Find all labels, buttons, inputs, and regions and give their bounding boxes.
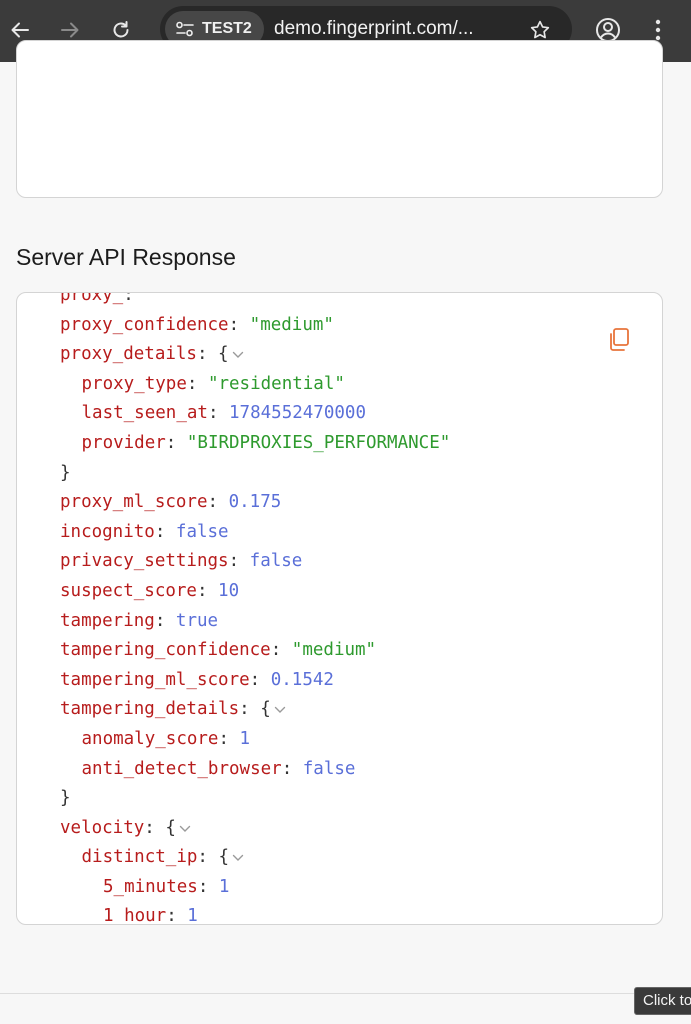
json-separator: : bbox=[249, 669, 271, 690]
json-line: proxy_: bbox=[17, 292, 662, 311]
json-value: false bbox=[249, 551, 303, 572]
section-title: Server API Response bbox=[16, 244, 236, 270]
json-key: 5_minutes bbox=[103, 876, 198, 897]
bottom-divider bbox=[0, 993, 691, 994]
json-key: anti_detect_browser bbox=[81, 758, 282, 779]
chevron-down-icon[interactable] bbox=[274, 703, 286, 718]
json-key: velocity bbox=[60, 817, 145, 838]
json-separator: : bbox=[207, 403, 230, 424]
json-value: "BIRDPROXIES_PERFORMANCE" bbox=[186, 432, 451, 453]
json-value: { bbox=[260, 699, 271, 720]
json-value: 0.1542 bbox=[270, 669, 334, 690]
json-key: distinct_ip bbox=[81, 847, 198, 868]
json-separator: : bbox=[166, 906, 188, 925]
json-separator: : bbox=[197, 847, 219, 868]
json-value: 1 bbox=[239, 728, 251, 749]
json-value: false bbox=[302, 758, 356, 779]
json-line: provider: "BIRDPROXIES_PERFORMANCE" bbox=[17, 429, 662, 459]
json-code-view: proxy_: proxy_confidence: "medium" proxy_d… bbox=[17, 292, 662, 925]
json-value: 1784552470000 bbox=[229, 403, 366, 424]
json-value: } bbox=[60, 462, 71, 483]
json-line: proxy_details: { bbox=[17, 340, 662, 370]
json-line: tampering_details: { bbox=[17, 695, 662, 725]
json-line: tampering_confidence: "medium" bbox=[17, 636, 662, 666]
json-value: "medium" bbox=[291, 640, 377, 661]
chevron-down-icon[interactable] bbox=[232, 851, 244, 866]
json-key: privacy_settings bbox=[60, 551, 229, 572]
chevron-down-icon[interactable] bbox=[232, 348, 244, 363]
json-line: distinct_ip: { bbox=[17, 843, 662, 873]
json-value: 1 bbox=[187, 906, 198, 925]
json-line: proxy_type: "residential" bbox=[17, 370, 662, 400]
json-separator: : bbox=[196, 580, 219, 601]
json-key: anomaly_score bbox=[81, 728, 219, 749]
json-key: provider bbox=[81, 432, 166, 453]
json-line: 5_minutes: 1 bbox=[17, 873, 662, 903]
json-key: tampering bbox=[60, 610, 155, 631]
json-value: 0.175 bbox=[228, 492, 282, 513]
site-settings-icon bbox=[176, 21, 194, 37]
json-key: proxy_ml_score bbox=[60, 492, 208, 513]
previous-section-card bbox=[16, 40, 663, 198]
json-separator: : bbox=[228, 551, 250, 572]
json-value: false bbox=[175, 521, 229, 542]
json-value: true bbox=[175, 610, 219, 631]
json-separator: : bbox=[196, 344, 219, 365]
copy-icon[interactable] bbox=[607, 327, 631, 353]
json-separator: : bbox=[165, 432, 187, 453]
json-key: tampering_details bbox=[60, 699, 240, 720]
click-tooltip: Click to bbox=[634, 987, 691, 1015]
json-line: proxy_ml_score: 0.175 bbox=[17, 488, 662, 518]
json-key: proxy_confidence bbox=[60, 314, 229, 335]
json-separator: : bbox=[207, 492, 229, 513]
json-line: tampering: true bbox=[17, 607, 662, 637]
json-line: anti_detect_browser: false bbox=[17, 755, 662, 785]
json-line: 1_hour: 1 bbox=[17, 902, 662, 925]
json-separator: : bbox=[281, 758, 303, 779]
json-separator: : bbox=[239, 699, 261, 720]
json-key: proxy_details bbox=[60, 344, 197, 365]
json-value: 10 bbox=[218, 580, 240, 601]
json-key: 1_hour bbox=[103, 906, 167, 925]
json-value: } bbox=[60, 788, 71, 809]
json-line: } bbox=[17, 459, 662, 489]
json-key: tampering_ml_score bbox=[60, 669, 250, 690]
json-key: suspect_score bbox=[60, 580, 197, 601]
json-key: last_seen_at bbox=[81, 403, 208, 424]
json-key: incognito bbox=[60, 521, 155, 542]
json-key: tampering_confidence bbox=[60, 640, 271, 661]
server-api-response-card: proxy_: proxy_confidence: "medium" proxy_d… bbox=[16, 292, 663, 925]
json-separator: : bbox=[270, 640, 292, 661]
json-separator: : bbox=[197, 876, 219, 897]
chevron-down-icon[interactable] bbox=[179, 822, 191, 837]
json-separator: : bbox=[154, 610, 176, 631]
json-line: tampering_ml_score: 0.1542 bbox=[17, 666, 662, 696]
json-line: } bbox=[17, 784, 662, 814]
json-key: proxy_ bbox=[60, 292, 124, 305]
json-separator: : bbox=[228, 314, 250, 335]
json-value: "medium" bbox=[249, 314, 334, 335]
json-separator: : bbox=[186, 373, 208, 394]
json-line: suspect_score: 10 bbox=[17, 577, 662, 607]
json-line: anomaly_score: 1 bbox=[17, 725, 662, 755]
json-line: proxy_confidence: "medium" bbox=[17, 311, 662, 341]
url-text[interactable]: demo.fingerprint.com/... bbox=[274, 18, 474, 40]
json-key: proxy_type bbox=[81, 373, 187, 394]
json-separator: : bbox=[144, 817, 166, 838]
json-separator: : bbox=[123, 292, 134, 305]
json-value: "residential" bbox=[207, 373, 345, 394]
json-separator: : bbox=[218, 728, 240, 749]
json-value: 1 bbox=[218, 876, 230, 897]
json-value: { bbox=[218, 847, 230, 868]
json-line: velocity: { bbox=[17, 814, 662, 844]
json-line: privacy_settings: false bbox=[17, 547, 662, 577]
json-line: incognito: false bbox=[17, 518, 662, 548]
site-chip-label: TEST2 bbox=[202, 20, 252, 37]
json-value: { bbox=[165, 817, 176, 838]
json-line: last_seen_at: 1784552470000 bbox=[17, 399, 662, 429]
json-separator: : bbox=[154, 521, 176, 542]
json-value: { bbox=[218, 344, 229, 365]
